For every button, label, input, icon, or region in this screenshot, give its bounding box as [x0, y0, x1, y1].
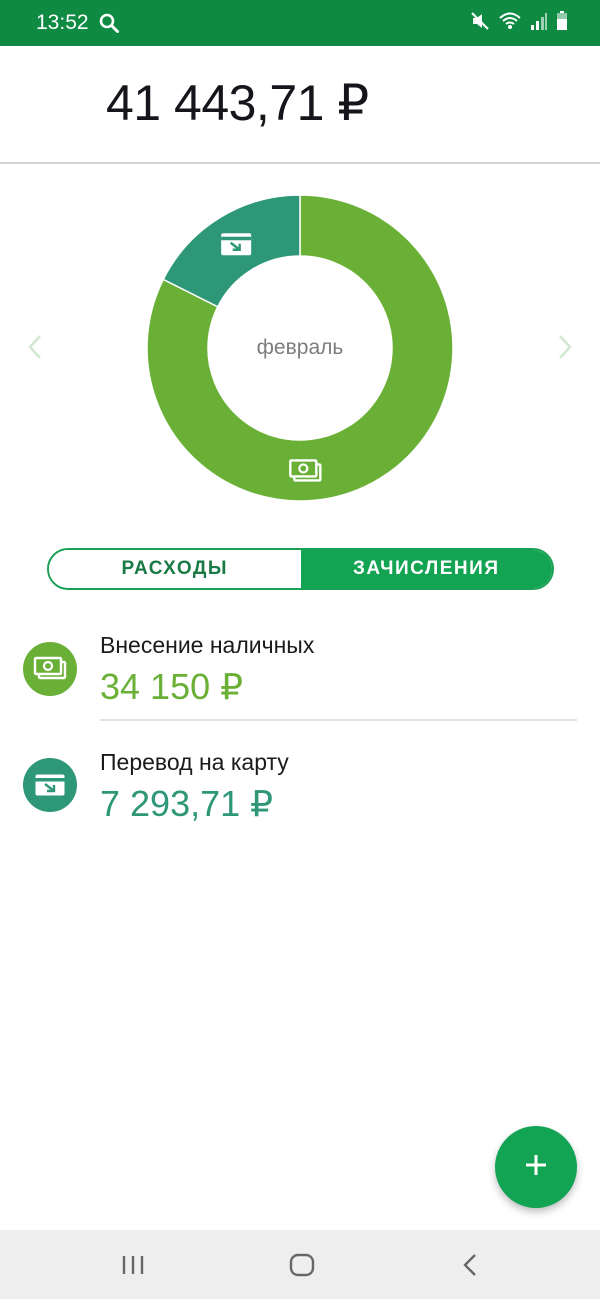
back-icon[interactable]: [456, 1252, 486, 1278]
donut-chart: февраль: [0, 166, 600, 526]
card-transfer-icon: [221, 233, 252, 256]
type-toggle: РАСХОДЫ ЗАЧИСЛЕНИЯ: [47, 548, 554, 590]
plus-icon: [523, 1152, 549, 1183]
item-amount: 34 150 ₽: [100, 666, 244, 707]
wifi-icon: [498, 11, 522, 36]
item-title: Перевод на карту: [100, 749, 289, 775]
cash-icon: [23, 642, 77, 696]
balance-total: 41 443,71 ₽: [106, 75, 369, 131]
add-button[interactable]: [495, 1126, 577, 1208]
list-item[interactable]: Перевод на карту 7 293,71 ₽: [0, 733, 600, 843]
search-icon: [98, 12, 120, 34]
status-bar: 13:52: [0, 0, 600, 46]
cash-icon: [289, 459, 322, 482]
tab-expenses[interactable]: РАСХОДЫ: [49, 550, 301, 588]
status-time: 13:52: [36, 11, 89, 34]
tab-income[interactable]: ЗАЧИСЛЕНИЯ: [300, 550, 552, 588]
chevron-left-icon[interactable]: [24, 332, 48, 362]
home-icon[interactable]: [287, 1252, 317, 1278]
battery-icon: [556, 10, 568, 36]
recents-icon[interactable]: [118, 1252, 148, 1278]
signal-icon: [530, 11, 548, 36]
system-nav-bar: [0, 1230, 600, 1299]
mute-icon: [470, 11, 490, 36]
list-item[interactable]: Внесение наличных 34 150 ₽: [0, 616, 600, 726]
divider: [100, 719, 577, 721]
item-amount: 7 293,71 ₽: [100, 783, 274, 824]
balance-header: 41 443,71 ₽: [0, 46, 600, 164]
screen: 13:52 41 443,71 ₽ февраль РАСХОДЫ ЗАЧИСЛ…: [0, 0, 600, 1299]
item-title: Внесение наличных: [100, 632, 315, 658]
card-transfer-icon: [23, 758, 77, 812]
month-label: февраль: [256, 336, 344, 359]
chevron-right-icon[interactable]: [552, 332, 576, 362]
status-icons: [470, 10, 568, 36]
